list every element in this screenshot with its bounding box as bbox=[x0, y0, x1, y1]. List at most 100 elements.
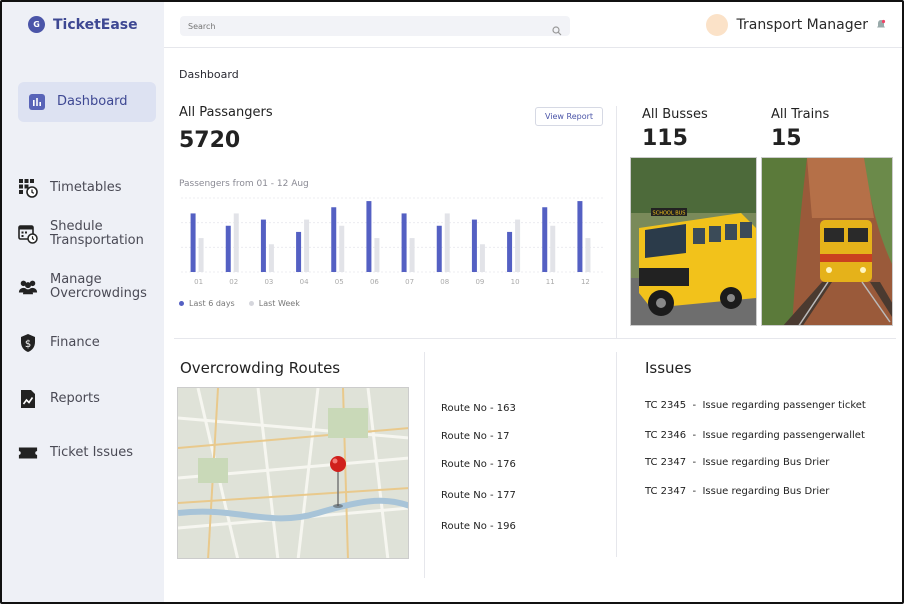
legend-dot bbox=[248, 301, 254, 306]
sidebar: G TicketEase Dashboard Timetables Shedul… bbox=[2, 2, 164, 602]
bar-last-week-05 bbox=[339, 225, 345, 272]
view-report-button[interactable]: View Report bbox=[535, 107, 603, 126]
calendar-clock-icon bbox=[18, 224, 38, 244]
legend-dot bbox=[179, 301, 184, 306]
svg-text:$: $ bbox=[25, 339, 31, 350]
chart-legend: Last 6 days Last Week bbox=[179, 299, 300, 308]
sidebar-item-label: Finance bbox=[50, 335, 100, 350]
busses-title: All Busses bbox=[642, 107, 708, 122]
issue-item[interactable]: TC 2347 - Issue regarding Bus Drier bbox=[645, 457, 829, 468]
svg-text:SCHOOL BUS: SCHOOL BUS bbox=[653, 211, 686, 217]
sidebar-item-label: Ticket Issues bbox=[50, 445, 133, 460]
divider bbox=[616, 106, 617, 338]
bar-last-6-days-04 bbox=[296, 231, 302, 272]
bar-last-6-days-02 bbox=[225, 225, 231, 272]
x-tick-label: 06 bbox=[370, 278, 379, 286]
sidebar-item-label: Timetables bbox=[50, 180, 122, 195]
bar-chart-icon bbox=[29, 94, 45, 110]
passengers-title: All Passangers bbox=[179, 105, 273, 120]
legend-label: Last Week bbox=[258, 299, 300, 308]
issues-title: Issues bbox=[645, 359, 692, 377]
x-tick-label: 01 bbox=[194, 278, 203, 286]
x-tick-label: 10 bbox=[511, 278, 520, 286]
bar-last-6-days-01 bbox=[190, 213, 196, 272]
issue-item[interactable]: TC 2345 - Issue regarding passenger tick… bbox=[645, 400, 866, 411]
report-chart-icon bbox=[18, 389, 38, 409]
route-item[interactable]: Route No - 163 bbox=[441, 403, 516, 414]
sidebar-item-label: Manage Overcrowdings bbox=[50, 272, 147, 301]
sidebar-item-finance[interactable]: $ Finance bbox=[18, 333, 156, 353]
x-tick-label: 04 bbox=[300, 278, 309, 286]
sidebar-item-reports[interactable]: Reports bbox=[18, 389, 156, 409]
route-item[interactable]: Route No - 177 bbox=[441, 490, 516, 501]
route-item[interactable]: Route No - 176 bbox=[441, 459, 516, 470]
bar-last-6-days-03 bbox=[260, 219, 266, 272]
bar-last-week-11 bbox=[550, 225, 556, 272]
trains-title: All Trains bbox=[771, 107, 830, 122]
sidebar-item-shedule-transportation[interactable]: Shedule Transportation bbox=[18, 220, 156, 248]
notification-icon[interactable] bbox=[876, 16, 886, 35]
search-input[interactable] bbox=[188, 21, 552, 31]
logo-icon: G bbox=[28, 16, 45, 33]
top-bar: Transport Manager bbox=[164, 2, 902, 48]
bar-last-week-03 bbox=[268, 244, 274, 272]
passengers-bar-chart: 01 02 03 04 05 06 07 08 09 10 11 12 bbox=[181, 197, 603, 286]
users-icon bbox=[18, 277, 38, 297]
app-name: TicketEase bbox=[53, 16, 138, 33]
divider bbox=[174, 338, 896, 339]
bar-last-6-days-09 bbox=[471, 219, 477, 272]
bar-last-week-10 bbox=[515, 219, 521, 272]
legend-item: Last 6 days bbox=[179, 299, 235, 308]
x-tick-label: 09 bbox=[475, 278, 484, 286]
sidebar-item-dashboard[interactable]: Dashboard bbox=[18, 82, 156, 122]
route-item[interactable]: Route No - 17 bbox=[441, 431, 510, 442]
bar-last-week-09 bbox=[479, 244, 485, 272]
route-map[interactable] bbox=[177, 387, 409, 559]
x-tick-label: 08 bbox=[440, 278, 449, 286]
bar-last-week-02 bbox=[233, 213, 239, 272]
issue-item[interactable]: TC 2346 - Issue regarding passengerwalle… bbox=[645, 430, 865, 441]
x-tick-label: 05 bbox=[335, 278, 344, 286]
bar-last-week-01 bbox=[198, 238, 204, 272]
grid-clock-icon bbox=[18, 178, 38, 198]
sidebar-item-ticket-issues[interactable]: Ticket Issues bbox=[18, 443, 156, 463]
bar-last-week-08 bbox=[444, 213, 450, 272]
route-item[interactable]: Route No - 196 bbox=[441, 521, 516, 532]
user-profile[interactable]: Transport Manager bbox=[706, 14, 886, 36]
bar-last-week-06 bbox=[374, 238, 380, 272]
app-window: G TicketEase Dashboard Timetables Shedul… bbox=[0, 0, 904, 604]
dollar-shield-icon: $ bbox=[18, 333, 38, 353]
issue-item[interactable]: TC 2347 - Issue regarding Bus Drier bbox=[645, 486, 829, 497]
bar-last-6-days-08 bbox=[436, 225, 442, 272]
bar-last-6-days-11 bbox=[542, 207, 548, 272]
avatar[interactable] bbox=[706, 14, 729, 36]
bar-last-6-days-05 bbox=[331, 207, 337, 272]
sidebar-item-label: Shedule Transportation bbox=[50, 219, 144, 248]
x-tick-label: 11 bbox=[546, 278, 555, 286]
train-photo bbox=[761, 157, 893, 326]
bar-last-6-days-07 bbox=[401, 213, 407, 272]
x-tick-label: 02 bbox=[229, 278, 238, 286]
bar-last-6-days-10 bbox=[507, 231, 513, 272]
divider bbox=[616, 352, 617, 557]
divider bbox=[424, 352, 425, 578]
x-tick-label: 12 bbox=[581, 278, 590, 286]
busses-count: 115 bbox=[642, 126, 688, 151]
app-logo[interactable]: G TicketEase bbox=[28, 16, 138, 33]
legend-item: Last Week bbox=[248, 299, 300, 308]
sidebar-item-timetables[interactable]: Timetables bbox=[18, 178, 156, 198]
trains-count: 15 bbox=[771, 126, 802, 151]
ticket-icon bbox=[18, 443, 38, 463]
x-tick-label: 07 bbox=[405, 278, 414, 286]
legend-label: Last 6 days bbox=[189, 299, 235, 308]
bar-last-week-12 bbox=[585, 238, 591, 272]
bar-last-week-07 bbox=[409, 238, 415, 272]
sidebar-item-label: Reports bbox=[50, 391, 100, 406]
chart-subtitle: Passengers from 01 - 12 Aug bbox=[179, 179, 309, 189]
passengers-count: 5720 bbox=[179, 128, 241, 153]
search-icon[interactable] bbox=[552, 21, 562, 36]
x-tick-label: 03 bbox=[264, 278, 273, 286]
bar-last-week-04 bbox=[304, 219, 310, 272]
sidebar-item-manage-overcrowdings[interactable]: Manage Overcrowdings bbox=[18, 273, 156, 301]
bar-last-6-days-06 bbox=[366, 201, 372, 272]
